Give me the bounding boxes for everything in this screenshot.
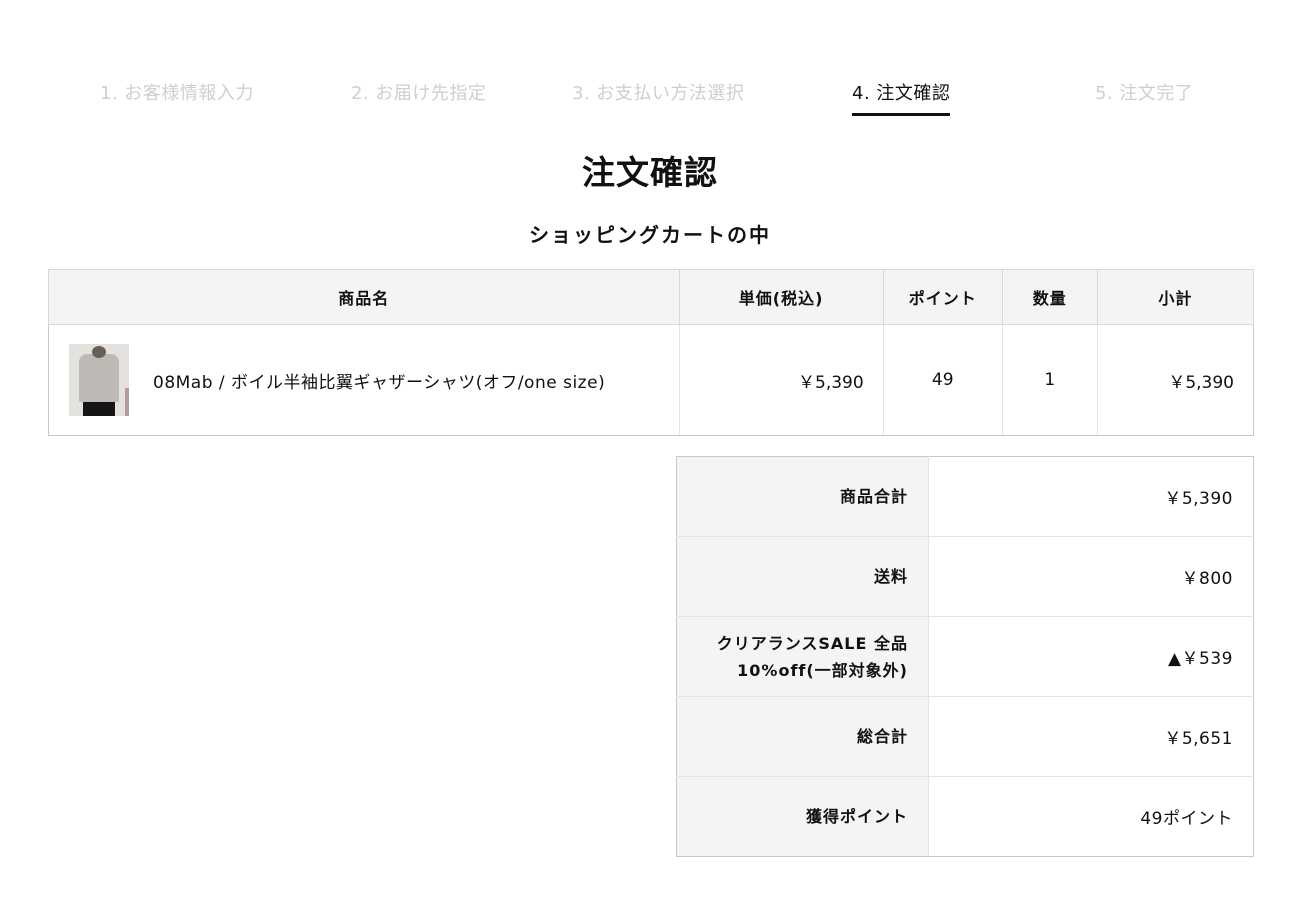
summary-value-earned-points: 49ポイント — [928, 776, 1254, 857]
step-order-complete: 5. 注文完了 — [1095, 83, 1194, 104]
cart-item-name[interactable]: 08Mab / ボイル半袖比翼ギャザーシャツ(オフ/one size) — [153, 368, 605, 393]
summary-label-earned-points: 獲得ポイント — [676, 776, 929, 857]
summary-label-grand-total: 総合計 — [676, 696, 929, 777]
product-thumbnail[interactable] — [69, 344, 129, 416]
step-delivery-address[interactable]: 2. お届け先指定 — [351, 78, 486, 118]
summary-label-discount: クリアランスSALE 全品 10%off(一部対象外) — [676, 616, 929, 697]
header-unit-price: 単価(税込) — [678, 269, 884, 325]
summary-row-earned-points: 獲得ポイント 49ポイント — [676, 776, 1254, 857]
summary-row-shipping: 送料 ￥800 — [676, 536, 1254, 617]
header-subtotal: 小計 — [1096, 269, 1255, 325]
summary-value-grand-total: ￥5,651 — [928, 696, 1254, 777]
checkout-steps: 1. お客様情報入力 2. お届け先指定 3. お支払い方法選択 4. 注文確認… — [48, 78, 1254, 120]
summary-value-shipping: ￥800 — [928, 536, 1254, 617]
page-title: 注文確認 — [582, 153, 718, 192]
step-payment-method[interactable]: 3. お支払い方法選択 — [572, 78, 744, 118]
cart-header-row: 商品名 単価(税込) ポイント 数量 小計 — [48, 269, 1255, 325]
header-quantity: 数量 — [1001, 269, 1098, 325]
cart-section-title: ショッピングカートの中 — [529, 223, 771, 247]
step-customer-info[interactable]: 1. お客様情報入力 — [100, 78, 254, 118]
summary-value-item-total: ￥5,390 — [928, 456, 1254, 537]
header-points: ポイント — [882, 269, 1003, 325]
summary-label-shipping: 送料 — [676, 536, 929, 617]
cart-item-subtotal: ￥5,390 — [1096, 324, 1255, 436]
summary-row-discount: クリアランスSALE 全品 10%off(一部対象外) ▲￥539 — [676, 616, 1254, 697]
header-product-name: 商品名 — [48, 269, 680, 325]
order-summary-table: 商品合計 ￥5,390 送料 ￥800 クリアランスSALE 全品 10%off… — [676, 456, 1254, 857]
cart-item-row: 08Mab / ボイル半袖比翼ギャザーシャツ(オフ/one size) ￥5,3… — [48, 324, 1255, 436]
cart-item-product-cell: 08Mab / ボイル半袖比翼ギャザーシャツ(オフ/one size) — [48, 324, 680, 436]
cart-item-points: 49 — [882, 324, 1003, 436]
summary-label-item-total: 商品合計 — [676, 456, 929, 537]
cart-item-quantity: 1 — [1001, 324, 1098, 436]
summary-row-grand-total: 総合計 ￥5,651 — [676, 696, 1254, 777]
summary-row-item-total: 商品合計 ￥5,390 — [676, 456, 1254, 537]
cart-table: 商品名 単価(税込) ポイント 数量 小計 08Mab / ボイル半袖比翼ギャザ… — [48, 269, 1255, 436]
cart-item-unit-price: ￥5,390 — [678, 324, 884, 436]
step-order-confirmation[interactable]: 4. 注文確認 — [852, 78, 951, 118]
summary-value-discount: ▲￥539 — [928, 616, 1254, 697]
